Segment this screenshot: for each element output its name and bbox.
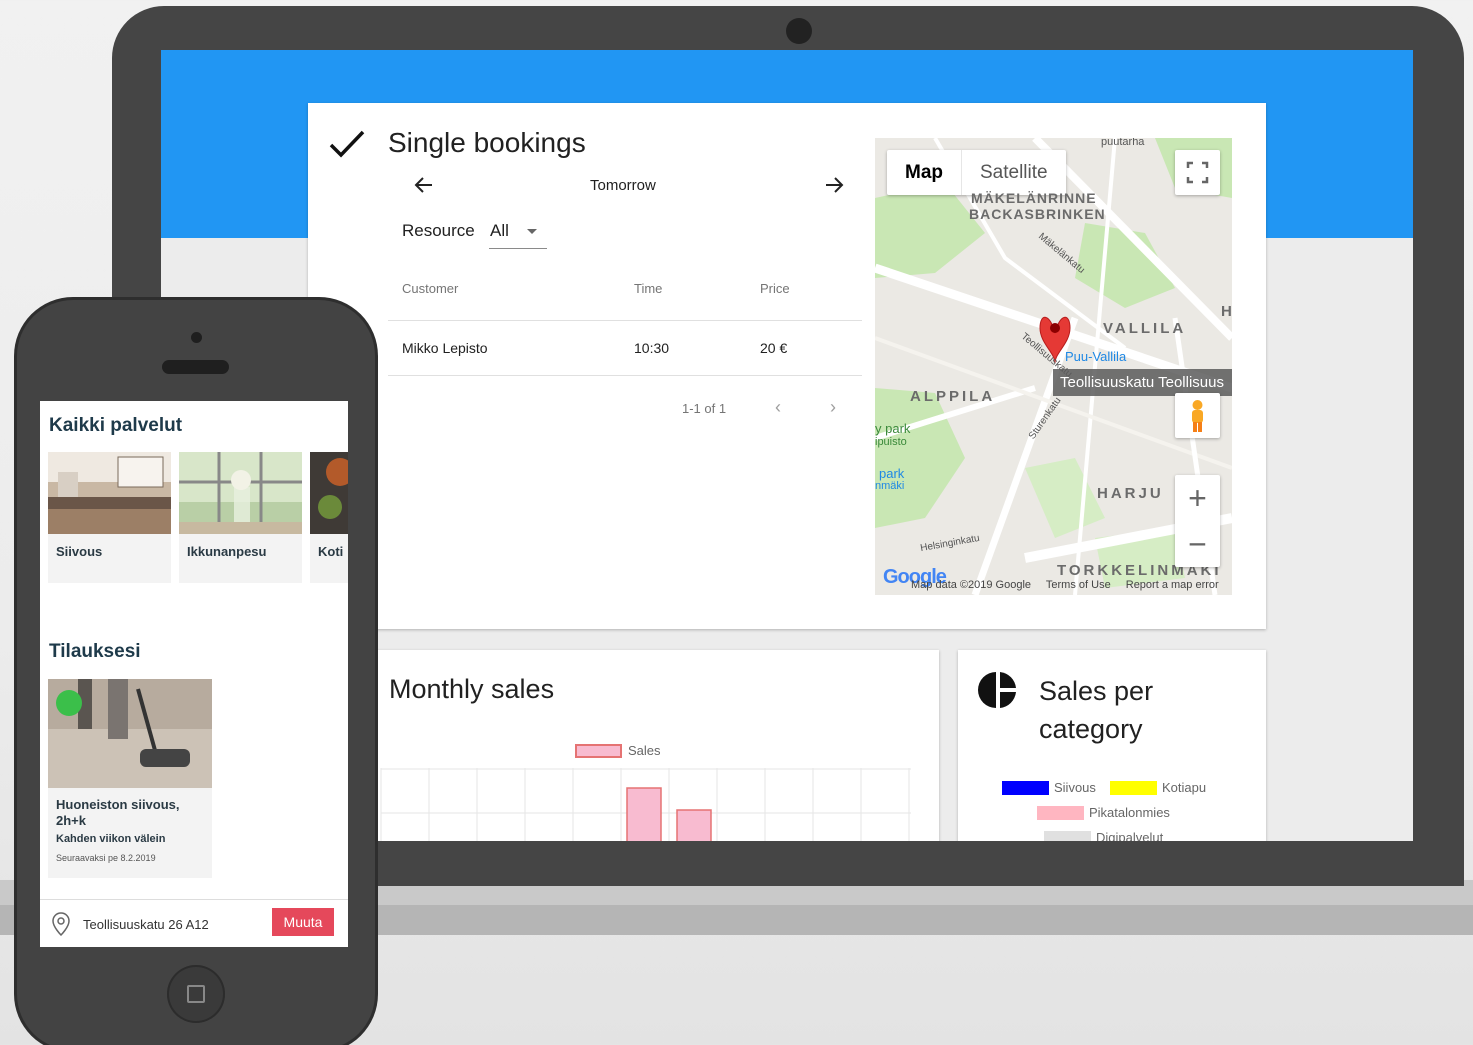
change-address-button[interactable]: Muuta [272, 908, 334, 936]
service-image-window [179, 452, 302, 534]
page-title: Single bookings [388, 127, 586, 158]
legend-label: Digipalvelut [1096, 830, 1164, 841]
map-footer: Map data ©2019 Google Terms of Use Repor… [911, 579, 1231, 591]
tab-map[interactable]: Map [887, 150, 962, 195]
cell-time: 10:30 [634, 340, 670, 356]
map-data-text: Map data ©2019 Google [911, 579, 1032, 591]
service-label: Ikkunanpesu [187, 544, 267, 559]
legend-swatch-pikatalonmies [1037, 806, 1084, 820]
home-button[interactable] [167, 965, 225, 1023]
services-heading: Kaikki palvelut [49, 415, 183, 436]
service-card-siivous[interactable]: Siivous [48, 452, 171, 583]
legend-swatch-digipalvelut [1044, 831, 1091, 841]
map-area-label: park [879, 466, 905, 481]
pie-chart-icon [978, 672, 1016, 708]
map-area-label: nmäki [875, 480, 905, 492]
legend-swatch-sales [575, 744, 622, 758]
resource-label: Resource [402, 221, 475, 240]
resource-select[interactable]: All [489, 217, 547, 249]
order-next-date: Seuraavaksi pe 8.2.2019 [56, 853, 156, 863]
phone-frame: Kaikki palvelut Siivous Ikkunanpesu Koti… [17, 300, 375, 1045]
location-pin-icon [52, 912, 70, 936]
column-header-price: Price [760, 281, 790, 296]
monthly-sales-title: Monthly sales [389, 674, 555, 704]
chevron-down-icon [527, 229, 537, 234]
table-divider [388, 320, 862, 321]
check-icon [329, 130, 365, 158]
legend-label: Kotiapu [1162, 780, 1207, 795]
home-square-icon [187, 985, 205, 1003]
map-label: H [1221, 303, 1232, 320]
legend-label: Pikatalonmies [1089, 805, 1170, 820]
date-label: Tomorrow [590, 177, 656, 194]
zoom-out-button[interactable]: − [1175, 521, 1220, 567]
address-text: Teollisuuskatu 26 A12 [83, 917, 209, 932]
table-divider [388, 375, 862, 376]
phone-camera [191, 332, 202, 343]
sales-per-category-title: Sales per category [1039, 676, 1154, 744]
service-image-kitchen [48, 452, 171, 534]
service-label: Koti [318, 544, 344, 559]
monthly-sales-chart [380, 768, 911, 841]
zoom-controls: + − [1175, 475, 1220, 567]
legend-swatch-kotiapu [1110, 781, 1157, 795]
service-card-ikkunanpesu[interactable]: Ikkunanpesu [179, 452, 302, 583]
order-card[interactable]: Huoneiston siivous, 2h+k Kahden viikon v… [48, 679, 212, 878]
terms-link[interactable]: Terms of Use [1046, 579, 1111, 591]
map-label: HARJU [1097, 485, 1164, 502]
map-tooltip: Teollisuuskatu Teollisuus [1053, 369, 1232, 396]
map-type-tabs: Map Satellite [887, 150, 1066, 195]
resource-select-value: All [490, 221, 509, 240]
prev-page-button[interactable]: ‹ [768, 397, 788, 419]
map-label: VALLILA [1103, 320, 1187, 337]
address-bar: Teollisuuskatu 26 A12 Muuta [40, 899, 348, 947]
service-image-food [310, 452, 348, 534]
next-page-button[interactable]: › [823, 397, 843, 419]
service-card-koti[interactable]: Koti [310, 452, 348, 583]
arrow-left-icon[interactable] [412, 173, 436, 197]
sales-per-category-card: Sales per category Siivous Kotiapu Pikat… [958, 650, 1266, 841]
laptop-camera [786, 18, 812, 44]
service-label: Siivous [56, 544, 103, 559]
monthly-sales-card: Monthly sales Sales [361, 650, 939, 841]
order-status-badge [56, 690, 82, 716]
pegman-icon [1192, 400, 1203, 432]
fullscreen-icon [1186, 161, 1209, 184]
column-header-customer: Customer [402, 281, 459, 296]
tab-satellite[interactable]: Satellite [962, 150, 1066, 195]
order-frequency: Kahden viikon välein [56, 833, 166, 845]
map-label: MÄKELÄNRINNE [971, 190, 1097, 206]
map-area-label: y park [875, 421, 911, 436]
legend-label: Siivous [1054, 780, 1096, 795]
cell-price: 20 € [760, 340, 788, 356]
legend-swatch-siivous [1002, 781, 1049, 795]
pagination-text: 1-1 of 1 [682, 401, 727, 416]
map-widget[interactable]: Map Satellite MÄKELÄNRINNE BACKASBRINKEN… [875, 138, 1232, 595]
zoom-in-button[interactable]: + [1175, 475, 1220, 521]
phone-screen: Kaikki palvelut Siivous Ikkunanpesu Koti… [40, 401, 348, 947]
report-error-link[interactable]: Report a map error [1126, 579, 1219, 591]
orders-heading: Tilauksesi [49, 641, 141, 662]
map-area-label: ipuisto [875, 436, 907, 448]
cell-customer: Mikko Lepisto [402, 340, 488, 356]
single-bookings-card: Single bookings Tomorrow Resource All Cu… [308, 103, 1266, 629]
fullscreen-button[interactable] [1175, 150, 1220, 195]
map-poi-label[interactable]: Puu-Vallila [1065, 349, 1126, 364]
order-title: Huoneiston siivous, 2h+k [56, 797, 180, 828]
street-view-button[interactable] [1175, 393, 1220, 438]
map-label: ALPPILA [910, 388, 996, 405]
map-label: BACKASBRINKEN [969, 206, 1106, 222]
legend-label-sales: Sales [628, 743, 661, 758]
arrow-right-icon[interactable] [822, 173, 846, 197]
phone-speaker [162, 360, 229, 374]
map-area-label: puutarha [1101, 138, 1145, 148]
column-header-time: Time [634, 281, 663, 296]
